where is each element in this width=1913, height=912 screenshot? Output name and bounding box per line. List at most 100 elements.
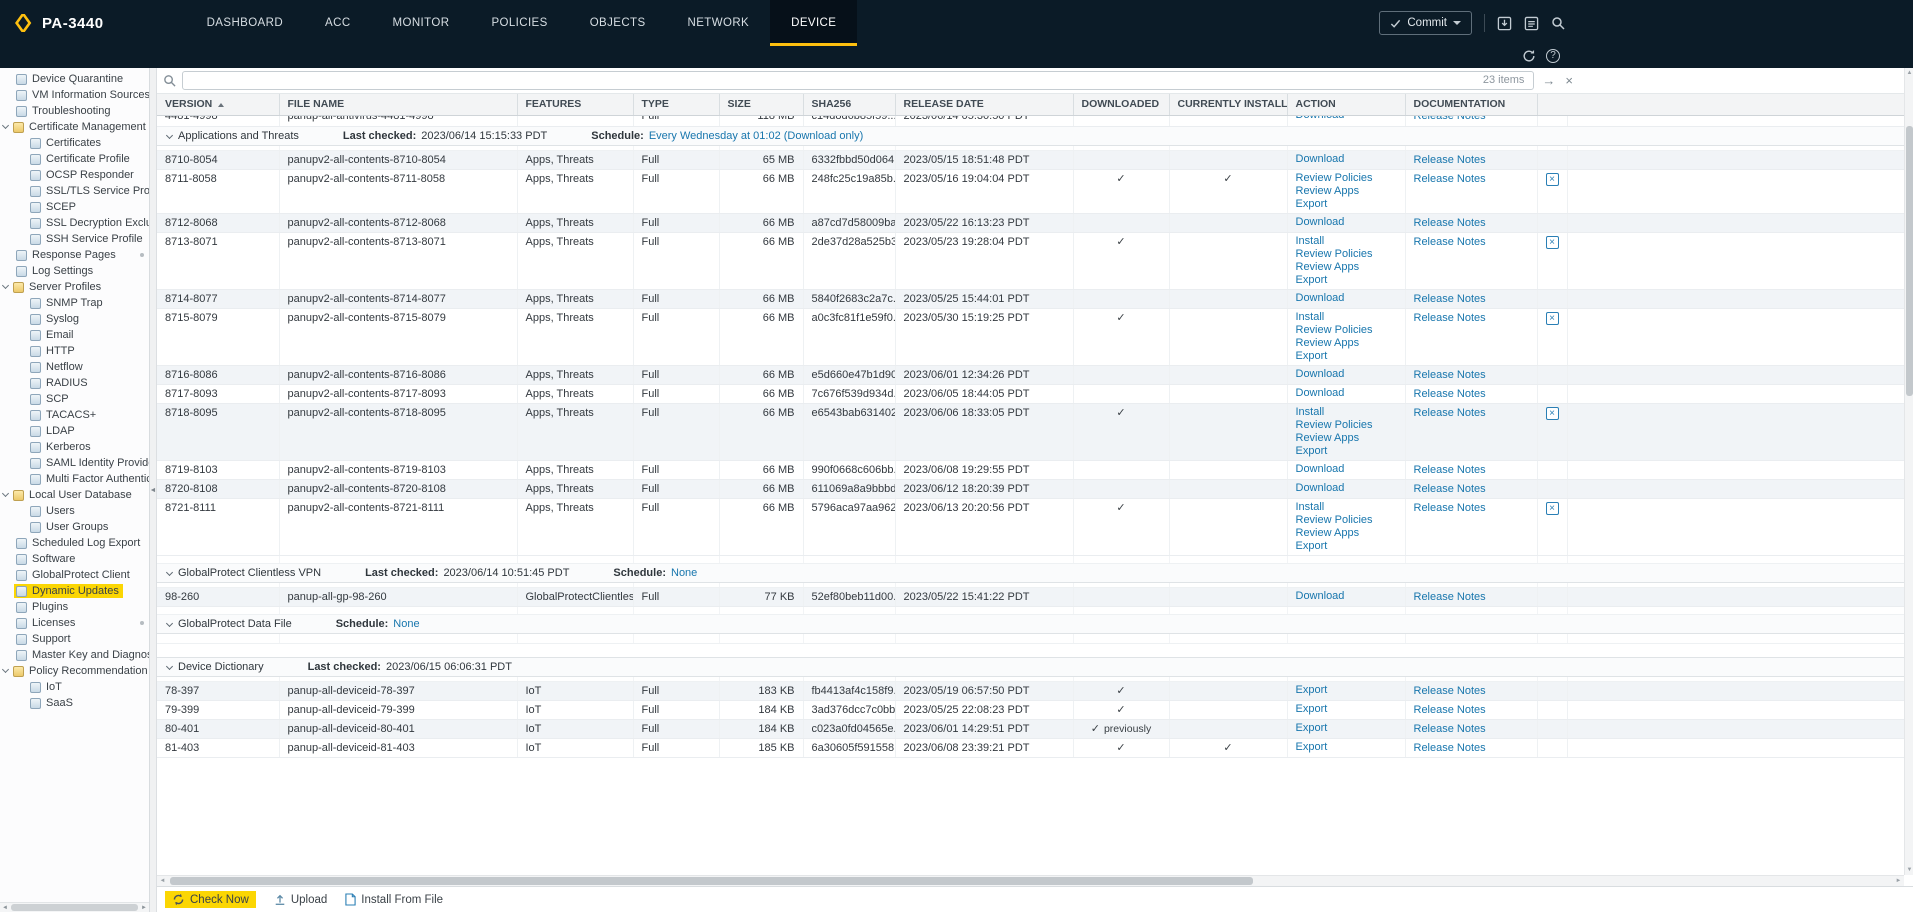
sidebar-item-user-groups[interactable]: User Groups (0, 519, 149, 535)
action-review-policies-link[interactable]: Review Policies (1296, 419, 1397, 432)
action-export-link[interactable]: Export (1296, 274, 1397, 287)
release-notes-link[interactable]: Release Notes (1414, 742, 1486, 754)
chevron-down-icon[interactable] (166, 568, 173, 575)
sidebar-item-tacacs[interactable]: TACACS+ (0, 407, 149, 423)
action-download-link[interactable]: Download (1296, 153, 1397, 166)
chevron-down-icon[interactable] (2, 490, 9, 497)
sidebar-collapse-handle[interactable]: ◄ (150, 68, 157, 912)
action-export-link[interactable]: Export (1296, 445, 1397, 458)
sidebar-item-policy-recommendation[interactable]: Policy Recommendation (0, 663, 149, 679)
scroll-left-button[interactable]: ◄ (0, 903, 10, 912)
check-now-button[interactable]: Check Now (165, 891, 256, 908)
filter-input[interactable] (182, 71, 1534, 90)
release-notes-link[interactable]: Release Notes (1414, 236, 1486, 248)
column-header-version[interactable]: VERSION (157, 94, 279, 115)
commit-button[interactable]: Commit (1379, 11, 1472, 35)
tab-network[interactable]: NETWORK (667, 0, 771, 46)
schedule-link[interactable]: None (671, 567, 697, 579)
release-notes-link[interactable]: Release Notes (1414, 173, 1486, 185)
tab-device[interactable]: DEVICE (770, 0, 857, 46)
sidebar-item-log-settings[interactable]: Log Settings (0, 263, 149, 279)
release-notes-link[interactable]: Release Notes (1414, 483, 1486, 495)
action-download-link[interactable]: Download (1296, 590, 1397, 603)
action-export-link[interactable]: Export (1296, 198, 1397, 211)
sidebar-item-syslog[interactable]: Syslog (0, 311, 149, 327)
action-export-link[interactable]: Export (1296, 741, 1397, 754)
delete-icon[interactable]: × (1546, 312, 1559, 325)
column-header-type[interactable]: TYPE (633, 94, 719, 115)
column-header-sha256[interactable]: SHA256 (803, 94, 895, 115)
action-install-link[interactable]: Install (1296, 406, 1397, 419)
action-download-link[interactable]: Download (1296, 368, 1397, 381)
action-review-apps-link[interactable]: Review Apps (1296, 432, 1397, 445)
schedule-link[interactable]: Every Wednesday at 01:02 (Download only) (649, 130, 863, 142)
sidebar-item-netflow[interactable]: Netflow (0, 359, 149, 375)
sidebar-item-ssl-tls-service-profile[interactable]: SSL/TLS Service Profile (0, 183, 149, 199)
sidebar-item-iot[interactable]: IoT (0, 679, 149, 695)
sidebar-item-ocsp-responder[interactable]: OCSP Responder (0, 167, 149, 183)
release-notes-link[interactable]: Release Notes (1414, 407, 1486, 419)
refresh-icon[interactable] (1522, 49, 1536, 63)
sidebar-item-ldap[interactable]: LDAP (0, 423, 149, 439)
apply-filter-icon[interactable]: → (1540, 73, 1557, 88)
action-install-link[interactable]: Install (1296, 311, 1397, 324)
column-header-file-name[interactable]: FILE NAME (279, 94, 517, 115)
sidebar-item-certificate-management[interactable]: Certificate Management (0, 119, 149, 135)
sidebar-item-certificates[interactable]: Certificates (0, 135, 149, 151)
sidebar-item-scep[interactable]: SCEP (0, 199, 149, 215)
action-download-link[interactable]: Download (1296, 387, 1397, 400)
column-header-size[interactable]: SIZE (719, 94, 803, 115)
column-header-action[interactable]: ACTION (1287, 94, 1405, 115)
action-download-link[interactable]: Download (1296, 115, 1397, 122)
sidebar-item-globalprotect-client[interactable]: GlobalProtect Client (0, 567, 149, 583)
scroll-down-button[interactable]: ▼ (1905, 865, 1913, 875)
sidebar-item-users[interactable]: Users (0, 503, 149, 519)
scrollbar-thumb[interactable] (170, 877, 1253, 885)
action-review-apps-link[interactable]: Review Apps (1296, 337, 1397, 350)
sidebar-item-kerberos[interactable]: Kerberos (0, 439, 149, 455)
release-notes-link[interactable]: Release Notes (1414, 685, 1486, 697)
save-config-icon[interactable] (1497, 16, 1512, 31)
action-review-apps-link[interactable]: Review Apps (1296, 261, 1397, 274)
action-download-link[interactable]: Download (1296, 482, 1397, 495)
sidebar-item-saml-identity-provider[interactable]: SAML Identity Provider (0, 455, 149, 471)
chevron-down-icon[interactable] (166, 619, 173, 626)
sidebar-item-plugins[interactable]: Plugins (0, 599, 149, 615)
tab-monitor[interactable]: MONITOR (372, 0, 471, 46)
sidebar-item-device-quarantine[interactable]: Device Quarantine (0, 71, 149, 87)
action-review-apps-link[interactable]: Review Apps (1296, 527, 1397, 540)
action-download-link[interactable]: Download (1296, 292, 1397, 305)
sidebar-item-http[interactable]: HTTP (0, 343, 149, 359)
release-notes-link[interactable]: Release Notes (1414, 154, 1486, 166)
horizontal-scrollbar[interactable]: ◄ ► (157, 875, 1904, 886)
schedule-link[interactable]: None (393, 618, 419, 630)
action-review-apps-link[interactable]: Review Apps (1296, 185, 1397, 198)
tab-policies[interactable]: POLICIES (470, 0, 568, 46)
help-icon[interactable]: ? (1546, 49, 1560, 63)
action-review-policies-link[interactable]: Review Policies (1296, 248, 1397, 261)
chevron-down-icon[interactable] (2, 666, 9, 673)
scrollbar-thumb[interactable] (11, 904, 138, 911)
release-notes-link[interactable]: Release Notes (1414, 115, 1486, 122)
release-notes-link[interactable]: Release Notes (1414, 293, 1486, 305)
scroll-right-button[interactable]: ► (1893, 876, 1904, 887)
action-export-link[interactable]: Export (1296, 703, 1397, 716)
sidebar-item-radius[interactable]: RADIUS (0, 375, 149, 391)
column-header-release-date[interactable]: RELEASE DATE (895, 94, 1073, 115)
global-find-icon[interactable] (1551, 16, 1565, 30)
chevron-down-icon[interactable] (166, 662, 173, 669)
sidebar-item-response-pages[interactable]: Response Pages (0, 247, 149, 263)
sidebar-item-ssl-decryption-exclusion[interactable]: SSL Decryption Exclusion (0, 215, 149, 231)
column-header-currently-installed[interactable]: CURRENTLY INSTALLED (1169, 94, 1287, 115)
sidebar-item-dynamic-updates[interactable]: Dynamic Updates (0, 583, 149, 599)
chevron-down-icon[interactable] (2, 122, 9, 129)
release-notes-link[interactable]: Release Notes (1414, 502, 1486, 514)
sidebar-item-multi-factor-authentication[interactable]: Multi Factor Authentication (0, 471, 149, 487)
action-export-link[interactable]: Export (1296, 350, 1397, 363)
scroll-right-button[interactable]: ► (139, 903, 149, 912)
delete-icon[interactable]: × (1546, 236, 1559, 249)
release-notes-link[interactable]: Release Notes (1414, 704, 1486, 716)
sidebar-item-server-profiles[interactable]: Server Profiles (0, 279, 149, 295)
sidebar-item-support[interactable]: Support (0, 631, 149, 647)
chevron-down-icon[interactable] (166, 131, 173, 138)
